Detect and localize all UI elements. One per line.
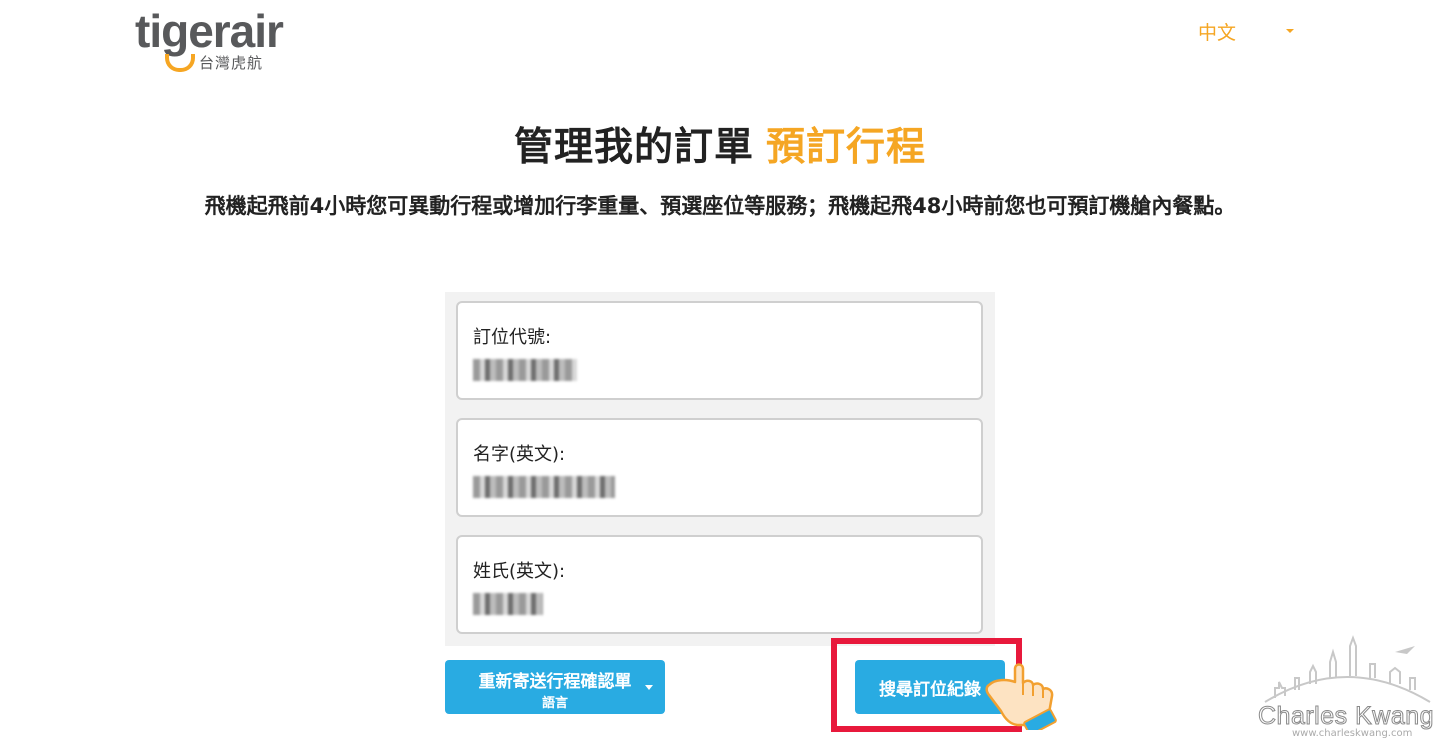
chevron-down-icon [1286,29,1294,33]
last-name-label: 姓氏(英文): [473,561,566,582]
last-name-field[interactable]: 姓氏(英文): █████ [456,535,983,634]
booking-code-label: 訂位代號: [473,327,552,348]
first-name-label: 名字(英文): [473,444,566,465]
resend-language-label: 語言 [541,696,568,711]
page-title-accent: 預訂行程 [766,125,927,170]
watermark-url: www.charleskwang.com [1292,728,1413,739]
resend-itinerary-label: 重新寄送行程確認單 [478,672,632,692]
resend-itinerary-button[interactable]: 重新寄送行程確認單 語言 [445,660,665,714]
logo-wordmark: tigerair [135,5,284,57]
first-name-value[interactable]: ███████████ [473,476,615,498]
language-select[interactable]: 中文 [1198,18,1298,44]
last-name-value[interactable]: █████ [473,593,543,615]
logo-subtitle: 台灣虎航 [199,54,264,72]
chevron-down-icon [645,685,653,690]
pointing-hand-icon [985,663,1057,730]
first-name-field[interactable]: 名字(英文): ███████████ [456,418,983,517]
booking-code-field[interactable]: 訂位代號: ████████ [456,301,983,400]
logo-smile-icon [165,54,195,72]
watermark-name: Charles Kwang [1258,702,1435,731]
page-title-main: 管理我的訂單 [513,125,754,170]
tigerair-logo[interactable]: tigerair 台灣虎航 [135,8,300,74]
booking-code-value[interactable]: ████████ [473,359,577,381]
page-description: 飛機起飛前4小時您可異動行程或增加行李重量、預選座位等服務；飛機起飛48小時前您… [204,194,1236,218]
page-title: 管理我的訂單 預訂行程 [0,116,1440,172]
language-label: 中文 [1198,22,1237,44]
search-booking-button[interactable]: 搜尋訂位紀錄 [855,660,1005,714]
